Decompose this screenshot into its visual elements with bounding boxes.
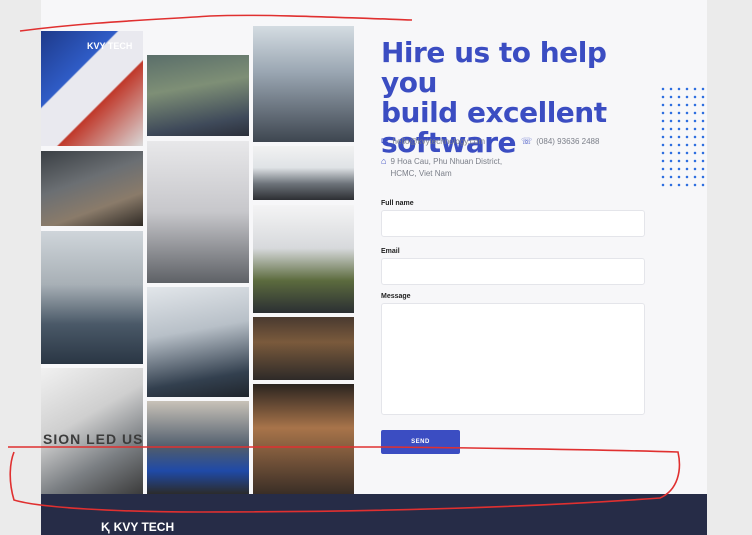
team-photo-7	[147, 287, 249, 397]
message-label: Message	[381, 293, 411, 300]
team-photo-10	[253, 146, 354, 200]
address-line-1: 9 Hoa Cau, Phu Nhuan District,	[390, 157, 503, 166]
fullname-label: Full name	[381, 200, 414, 207]
team-photo-6	[147, 141, 249, 283]
phone-text: (084) 93636 2488	[536, 137, 600, 146]
team-photo-9	[253, 26, 354, 142]
send-button[interactable]: SEND	[381, 430, 460, 454]
team-photo-13	[253, 384, 354, 494]
contact-page: KVY TECH SION LED US H Hire us to help y…	[41, 0, 707, 535]
team-photo-1: KVY TECH	[41, 31, 143, 146]
team-photo-4: SION LED US H	[41, 368, 143, 494]
phone-icon: ☏	[521, 136, 533, 146]
team-photo-8	[147, 401, 249, 494]
team-photo-3	[41, 231, 143, 364]
photo-wall-text: SION LED US H	[43, 431, 143, 447]
title-line-1: Hire us to help you	[381, 36, 607, 99]
contact-phone[interactable]: ☏ (084) 93636 2488	[521, 136, 599, 147]
footer: Ⱪ KVY TECH	[41, 494, 707, 535]
footer-logo[interactable]: Ⱪ KVY TECH	[101, 520, 174, 534]
message-field[interactable]	[381, 303, 645, 415]
team-photo-11	[253, 205, 354, 313]
team-photo-12	[253, 317, 354, 380]
contact-address: ⌂ 9 Hoa Cau, Phu Nhuan District, HCMC, V…	[381, 156, 502, 180]
email-field[interactable]	[381, 258, 645, 285]
fullname-field[interactable]	[381, 210, 645, 237]
title-line-2: build excellent	[381, 96, 607, 129]
footer-logo-text: KVY TECH	[113, 520, 175, 534]
email-text: hello@kvytechnology.com	[392, 137, 486, 146]
decorative-dot-grid	[659, 85, 707, 191]
email-label: Email	[381, 248, 400, 255]
map-icon: ⌂	[381, 156, 387, 166]
photo-logo-text: KVY TECH	[87, 41, 133, 51]
envelope-icon: ✉	[381, 136, 389, 146]
kvy-logo-icon: Ⱪ	[101, 520, 110, 534]
address-line-2: HCMC, Viet Nam	[390, 169, 452, 178]
team-photo-2	[41, 151, 143, 226]
contact-email[interactable]: ✉ hello@kvytechnology.com	[381, 136, 485, 147]
team-photo-5	[147, 55, 249, 136]
